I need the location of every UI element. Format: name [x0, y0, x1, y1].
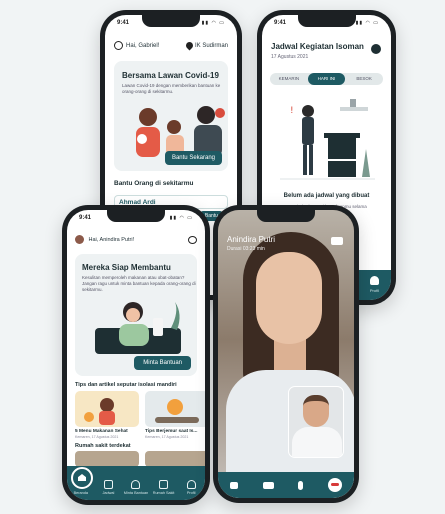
status-time: 9:41 — [117, 20, 130, 26]
caller-face — [256, 252, 322, 344]
nav-profile-label: Profil — [186, 490, 196, 495]
greeting: Hai, Anindira Putri! — [75, 235, 134, 244]
gear-icon[interactable] — [371, 44, 381, 54]
help-now-button[interactable]: Bantu Sekarang — [164, 151, 222, 165]
ask-help-button[interactable]: Minta Bantuan — [134, 356, 191, 370]
phone-patient-home: 9:41 ▮▮ ◠ ▭ Hai, Anindira Putri! Mereka … — [62, 205, 210, 505]
home-icon[interactable] — [71, 467, 93, 489]
location[interactable]: IK Sudirman — [184, 40, 228, 51]
help-card: Mereka Siap Membantu Kesulitan memperole… — [75, 254, 197, 376]
hospital-card[interactable] — [75, 451, 139, 467]
card-title: Bersama Lawan Covid-19 — [122, 71, 219, 80]
home-header: Hai, Gabriel! IK Sudirman — [114, 40, 228, 51]
article-title: 5 Menu Makanan Sehat — [75, 429, 128, 434]
chat-icon[interactable] — [188, 235, 197, 244]
avatar[interactable] — [75, 235, 84, 244]
article-title: Tips Berjemur saat Is... — [145, 429, 198, 434]
self-shirt — [292, 427, 342, 457]
status-time: 9:41 — [79, 215, 92, 221]
greeting-text: Hai, Gabriel! — [126, 42, 160, 49]
healthy-food-illustration — [84, 398, 115, 425]
notch — [142, 15, 200, 27]
heart-hand-icon — [131, 479, 141, 489]
notch — [297, 15, 356, 27]
profile-icon[interactable] — [370, 276, 379, 285]
nav-home-label: Beranda — [73, 490, 88, 495]
section-title-nearby: Bantu Orang di sekitarmu — [114, 180, 194, 187]
nav-schedule[interactable]: Jadwal — [95, 466, 123, 500]
nav-schedule-label: Jadwal — [102, 490, 115, 495]
microphone-icon[interactable] — [298, 480, 304, 490]
schedule-date: 17 Agustus 2021 — [271, 54, 309, 60]
video-camera-icon[interactable] — [262, 481, 274, 489]
card-title: Mereka Siap Membantu — [82, 263, 171, 272]
empty-title: Belum ada jadwal yang dibuat — [283, 193, 370, 199]
patient-home-screen: 9:41 ▮▮ ◠ ▭ Hai, Anindira Putri! Mereka … — [67, 210, 205, 500]
call-controls — [218, 472, 354, 498]
hospital-card[interactable] — [145, 451, 205, 467]
end-call-icon[interactable] — [327, 478, 342, 492]
self-preview[interactable] — [288, 386, 344, 458]
hospital-icon — [159, 479, 169, 489]
covid-card: Bersama Lawan Covid-19 Lawan Covid-19 de… — [114, 61, 228, 171]
notch — [257, 210, 315, 222]
video-call-screen: Anindira Putri Durasi 03:23 min — [218, 210, 354, 498]
self-face — [303, 395, 329, 427]
card-text: Kesulitan memperoleh makanan atau obat-o… — [82, 275, 196, 292]
schedule-title: Jadwal Kegiatan Isoman — [271, 42, 364, 51]
location-text: IK Sudirman — [194, 42, 228, 49]
status-icons: ▮▮ ◠ ▭ — [355, 20, 379, 26]
switch-camera-icon[interactable] — [331, 237, 343, 245]
phone-video-call: Anindira Putri Durasi 03:23 min — [213, 205, 359, 503]
nav-profile-label: Profil — [369, 288, 379, 293]
tab-yesterday[interactable]: KEMARIN — [270, 73, 308, 85]
status-icons: ▮▮ ◠ ▭ — [169, 215, 193, 221]
greeting-text: Hai, Anindira Putri! — [88, 236, 135, 243]
status-time: 9:41 — [274, 20, 287, 26]
call-duration: Durasi 03:23 min — [227, 246, 265, 252]
day-tabs: KEMARIN HARI INI BESOK — [270, 73, 383, 85]
svg-text:!: ! — [290, 106, 294, 116]
hospitals-title: Rumah sakit terdekat — [75, 443, 131, 449]
article-card[interactable] — [75, 391, 139, 427]
caller-name: Anindira Putri — [227, 235, 276, 244]
calendar-icon — [103, 479, 113, 489]
article-date: Kemaren, 17 Agustus 2021 — [145, 435, 189, 439]
nav-ask-help-label: Minta Bantuan — [123, 490, 149, 495]
article-date: Kemaren, 17 Agustus 2021 — [75, 435, 119, 439]
card-text: Lawan Covid-19 dengan memberikan bantuan… — [122, 83, 221, 94]
empty-schedule-illustration: ! — [280, 99, 375, 180]
patient-header: Hai, Anindira Putri! — [75, 235, 197, 244]
greeting: Hai, Gabriel! — [114, 41, 159, 50]
speaker-icon[interactable] — [230, 481, 239, 489]
tab-today[interactable]: HARI INI — [307, 73, 346, 85]
articles-title: Tips dan artikel seputar isolasi mandiri — [75, 382, 177, 388]
sunbathing-illustration — [155, 399, 199, 423]
nav-hospital-label: Rumah Sakit — [152, 490, 175, 495]
location-pin-icon — [184, 40, 195, 51]
user-icon[interactable] — [114, 41, 123, 50]
tab-tomorrow[interactable]: BESOK — [345, 73, 383, 85]
sick-person-illustration — [95, 302, 181, 354]
profile-icon — [186, 479, 196, 489]
nav-profile[interactable]: Profil — [177, 466, 205, 500]
nav-hospital[interactable]: Rumah Sakit — [150, 466, 178, 500]
status-icons: ▮▮ ◠ ▭ — [201, 20, 225, 26]
notch — [107, 210, 165, 222]
nav-ask-help[interactable]: Minta Bantuan — [122, 466, 150, 500]
article-card[interactable] — [145, 391, 205, 427]
